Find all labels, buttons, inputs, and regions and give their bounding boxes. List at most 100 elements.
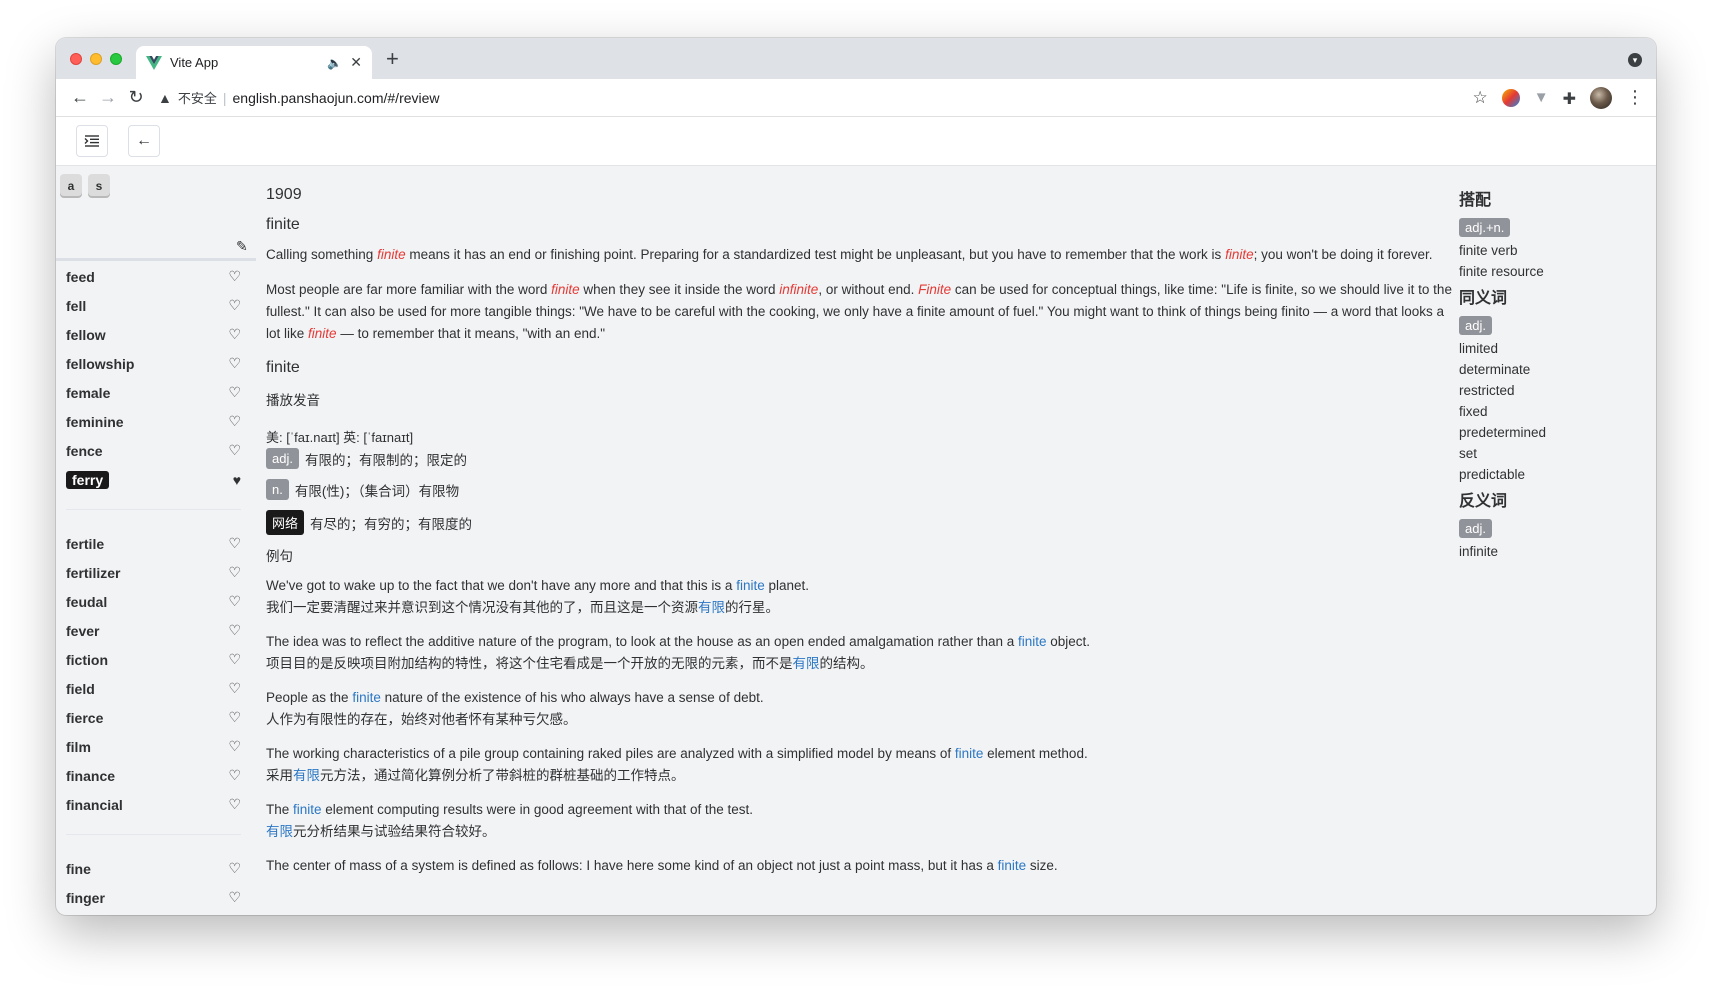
text-segment: The idea was to reflect the additive nat… [266,634,1018,649]
heart-outline-icon[interactable]: ♡ [228,767,241,784]
heart-outline-icon[interactable]: ♡ [228,889,241,906]
reload-icon[interactable]: ↻ [122,87,150,108]
back-button[interactable]: ← [128,125,160,157]
heart-outline-icon[interactable]: ♡ [228,355,241,372]
key-s[interactable]: s [88,174,110,198]
word-label[interactable]: fiction [66,652,108,668]
puzzle-extensions-icon[interactable]: ✚ [1563,89,1576,108]
word-list-item[interactable]: fertile ♡ [66,529,241,558]
related-word: determinate [1459,362,1531,377]
word-label[interactable]: fellowship [66,356,134,372]
back-arrow-icon[interactable]: ← [66,87,94,108]
word-list-item[interactable]: fiction ♡ [66,645,241,674]
heart-outline-icon[interactable]: ♡ [228,651,241,668]
word-label[interactable]: fell [66,298,86,314]
heart-outline-icon[interactable]: ♡ [228,680,241,697]
menu-dots-icon[interactable]: ⋮ [1626,87,1644,108]
word-label[interactable]: fertile [66,536,104,552]
word-label[interactable]: female [66,385,110,401]
related-word: finite verb [1459,243,1518,258]
word-label[interactable]: finger [66,890,105,906]
word-list-item[interactable]: ferry ♥ [66,465,241,494]
word-label[interactable]: financial [66,797,123,813]
word-label[interactable]: field [66,681,95,697]
word-list-item[interactable]: female ♡ [66,378,241,407]
word-label[interactable]: fertilizer [66,565,120,581]
arrow-left-icon: ← [136,132,152,149]
word-label[interactable]: fence [66,443,103,459]
forward-arrow-icon[interactable]: → [94,87,122,108]
text-segment: 采用 [266,768,293,783]
heart-outline-icon[interactable]: ♡ [228,622,241,639]
heart-outline-icon[interactable]: ♡ [228,326,241,343]
text-segment: Calling something [266,247,378,262]
word-label[interactable]: ferry [66,470,110,489]
word-list-item[interactable]: finger ♡ [66,883,241,912]
heart-outline-icon[interactable]: ♡ [228,564,241,581]
warning-icon[interactable]: ▲ [158,90,172,106]
word-label[interactable]: fine [66,861,91,877]
vue-devtools-icon[interactable]: ▼ [1534,89,1549,107]
heart-outline-icon[interactable]: ♡ [228,413,241,430]
word-list-item[interactable]: finance ♡ [66,761,241,790]
heart-outline-icon[interactable]: ♡ [228,384,241,401]
heart-filled-icon[interactable]: ♥ [233,472,241,488]
heart-outline-icon[interactable]: ♡ [228,268,241,285]
word-list-item[interactable]: feed ♡ [66,262,241,291]
maximize-window-button[interactable] [110,53,122,65]
word-label[interactable]: feed [66,269,95,285]
browser-tab[interactable]: Vite App 🔈 ✕ [136,46,372,79]
word-list-item[interactable]: fellowship ♡ [66,349,241,378]
related-word: finite resource [1459,264,1544,279]
heart-outline-icon[interactable]: ♡ [228,593,241,610]
new-tab-button[interactable]: + [386,48,399,70]
word-list-item[interactable]: field ♡ [66,674,241,703]
word-label[interactable]: feudal [66,594,107,610]
heart-outline-icon[interactable]: ♡ [228,709,241,726]
word-list-item[interactable]: fertilizer ♡ [66,558,241,587]
edit-icon[interactable]: ✎ [236,238,248,255]
word-list-item[interactable]: feudal ♡ [66,587,241,616]
bookmark-star-icon[interactable]: ☆ [1472,88,1487,108]
word-label[interactable]: finance [66,768,115,784]
word-list-item[interactable]: financial ♡ [66,790,241,819]
word-label[interactable]: fellow [66,327,106,343]
minimize-window-button[interactable] [90,53,102,65]
example-english: The center of mass of a system is define… [266,855,1458,877]
word-list-item[interactable]: fellow ♡ [66,320,241,349]
close-tab-icon[interactable]: ✕ [350,54,362,71]
sidebar-divider [56,258,256,261]
heart-outline-icon[interactable]: ♡ [228,738,241,755]
heart-outline-icon[interactable]: ♡ [228,796,241,813]
word-label[interactable]: feminine [66,414,124,430]
key-a[interactable]: a [60,174,82,198]
word-label[interactable]: fever [66,623,99,639]
insecure-label[interactable]: 不安全 [178,88,217,107]
text-segment: nature of the existence of his who alway… [380,690,764,705]
heart-outline-icon[interactable]: ♡ [228,442,241,459]
word-label[interactable]: fierce [66,710,103,726]
play-pronunciation-button[interactable]: 播放发音 [266,389,1458,409]
url-separator: | [222,89,227,106]
word-list-item[interactable]: film ♡ [66,732,241,761]
tab-search-icon[interactable]: ▾ [1628,53,1642,67]
word-list-item[interactable]: fell ♡ [66,291,241,320]
word-list-item[interactable]: fence ♡ [66,436,241,465]
word-list-item[interactable]: fine ♡ [66,854,241,883]
url-text[interactable]: english.panshaojun.com/#/review [233,90,440,106]
word-list-item[interactable]: fierce ♡ [66,703,241,732]
profile-avatar[interactable] [1590,86,1612,109]
word-label[interactable]: film [66,739,91,755]
word-list-item[interactable]: feminine ♡ [66,407,241,436]
word-list-item[interactable]: fever ♡ [66,616,241,645]
audio-icon[interactable]: 🔈 [327,56,342,70]
close-window-button[interactable] [70,53,82,65]
extension-icon[interactable] [1501,88,1520,107]
heart-outline-icon[interactable]: ♡ [228,297,241,314]
address-bar[interactable]: ▲ 不安全 | english.panshaojun.com/#/review [158,83,1472,113]
heart-outline-icon[interactable]: ♡ [228,535,241,552]
heart-outline-icon[interactable]: ♡ [228,860,241,877]
menu-toggle-button[interactable] [76,125,108,157]
browser-window: Vite App 🔈 ✕ + ▾ ← → ↻ ▲ 不安全 | english.p… [56,38,1656,915]
example-chinese: 有限元分析结果与试验结果符合较好。 [266,821,1458,843]
